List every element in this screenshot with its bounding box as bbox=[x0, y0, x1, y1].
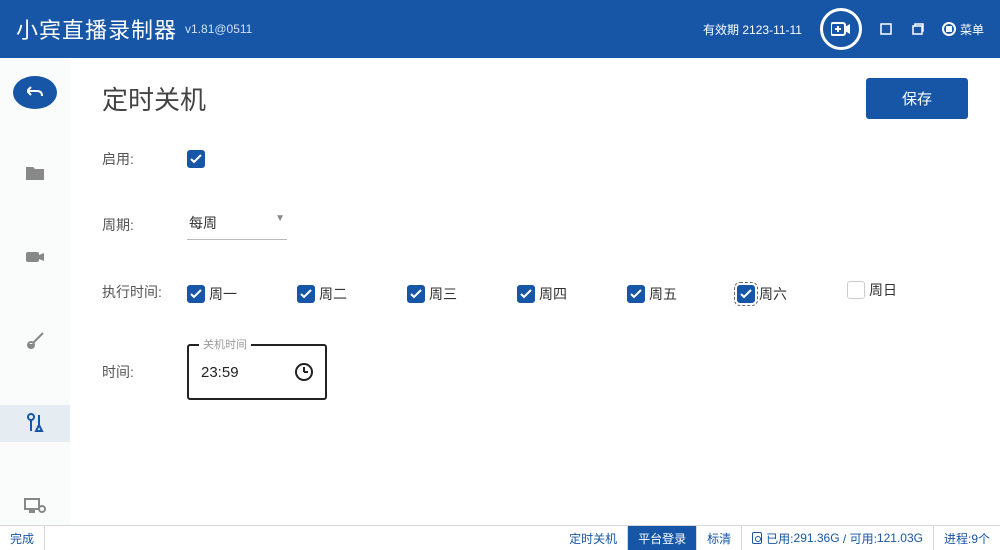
header-right: 有效期 2123-11-11 菜单 bbox=[703, 8, 984, 50]
sidebar-item-clean[interactable] bbox=[0, 321, 70, 358]
day-label: 周日 bbox=[869, 280, 897, 300]
chevron-down-icon: ▼ bbox=[275, 213, 285, 224]
footer-tab-shutdown[interactable]: 定时关机 bbox=[559, 526, 628, 550]
day-label: 周六 bbox=[759, 284, 787, 304]
vacuum-icon bbox=[25, 331, 45, 349]
day-checkbox[interactable] bbox=[187, 285, 205, 303]
day-label: 周四 bbox=[539, 284, 567, 304]
day-label: 周三 bbox=[429, 284, 457, 304]
app-header: 小宾直播录制器 v1.81@0511 有效期 2123-11-11 菜单 bbox=[0, 0, 1000, 58]
disk-icon bbox=[752, 532, 762, 544]
sidebar-item-camera[interactable] bbox=[0, 238, 70, 275]
day-label: 周五 bbox=[649, 284, 677, 304]
camera-icon bbox=[25, 250, 45, 264]
day-option-1[interactable]: 周二 bbox=[297, 284, 347, 304]
enable-label: 启用: bbox=[102, 149, 187, 169]
cycle-select[interactable]: 每周 ▼ bbox=[187, 209, 287, 240]
add-camera-icon bbox=[831, 22, 851, 36]
back-button[interactable] bbox=[13, 76, 57, 109]
exectime-label: 执行时间: bbox=[102, 282, 187, 302]
days-container: 周一 周二 周三 周四 周五 周六 周日 bbox=[187, 280, 957, 304]
shutdown-time-field[interactable]: 关机时间 23:59 bbox=[187, 344, 327, 400]
day-checkbox[interactable] bbox=[627, 285, 645, 303]
day-checkbox[interactable] bbox=[517, 285, 535, 303]
check-icon bbox=[190, 154, 202, 164]
day-checkbox[interactable] bbox=[847, 281, 865, 299]
day-option-3[interactable]: 周四 bbox=[517, 284, 567, 304]
page-title: 定时关机 bbox=[102, 80, 206, 117]
day-checkbox[interactable] bbox=[297, 285, 315, 303]
day-label: 周二 bbox=[319, 284, 347, 304]
footer-process: 进程:9个 bbox=[934, 526, 1000, 550]
status-bar: 完成 定时关机 平台登录 标清 已用:291.36G / 可用:121.03G … bbox=[0, 525, 1000, 550]
folder-icon bbox=[25, 165, 45, 181]
tools-icon bbox=[25, 413, 45, 433]
back-icon bbox=[27, 86, 43, 98]
enable-checkbox[interactable] bbox=[187, 150, 205, 168]
save-button[interactable]: 保存 bbox=[866, 78, 968, 119]
day-checkbox[interactable] bbox=[737, 285, 755, 303]
app-title: 小宾直播录制器 bbox=[16, 13, 177, 45]
menu-icon bbox=[942, 22, 956, 36]
time-value: 23:59 bbox=[201, 364, 295, 381]
expiry-text: 有效期 2123-11-11 bbox=[703, 21, 802, 38]
window-maximize-icon[interactable] bbox=[880, 23, 892, 35]
cycle-label: 周期: bbox=[102, 215, 187, 235]
footer-quality[interactable]: 标清 bbox=[697, 526, 742, 550]
time-label: 时间: bbox=[102, 362, 187, 382]
day-label: 周一 bbox=[209, 284, 237, 304]
monitor-icon bbox=[24, 498, 46, 514]
add-record-button[interactable] bbox=[820, 8, 862, 50]
clock-icon bbox=[295, 363, 313, 381]
sidebar-item-settings[interactable] bbox=[0, 405, 70, 442]
menu-button[interactable]: 菜单 bbox=[942, 21, 984, 38]
time-caption: 关机时间 bbox=[199, 336, 251, 352]
day-option-4[interactable]: 周五 bbox=[627, 284, 677, 304]
day-option-0[interactable]: 周一 bbox=[187, 284, 237, 304]
app-version: v1.81@0511 bbox=[185, 22, 252, 36]
sidebar-item-monitor[interactable] bbox=[0, 488, 70, 525]
window-restore-icon[interactable] bbox=[910, 23, 924, 35]
status-text: 完成 bbox=[0, 526, 45, 550]
day-option-5[interactable]: 周六 bbox=[737, 284, 787, 304]
day-checkbox[interactable] bbox=[407, 285, 425, 303]
day-option-6[interactable]: 周日 bbox=[847, 280, 897, 300]
footer-tab-login[interactable]: 平台登录 bbox=[628, 526, 697, 550]
day-option-2[interactable]: 周三 bbox=[407, 284, 457, 304]
sidebar bbox=[0, 58, 70, 525]
sidebar-item-folder[interactable] bbox=[0, 155, 70, 192]
footer-disk[interactable]: 已用:291.36G / 可用:121.03G bbox=[742, 526, 934, 550]
content-area: 定时关机 保存 启用: 周期: 每周 ▼ 执行时间: 周一周二周三周四周五周六周… bbox=[70, 58, 1000, 525]
